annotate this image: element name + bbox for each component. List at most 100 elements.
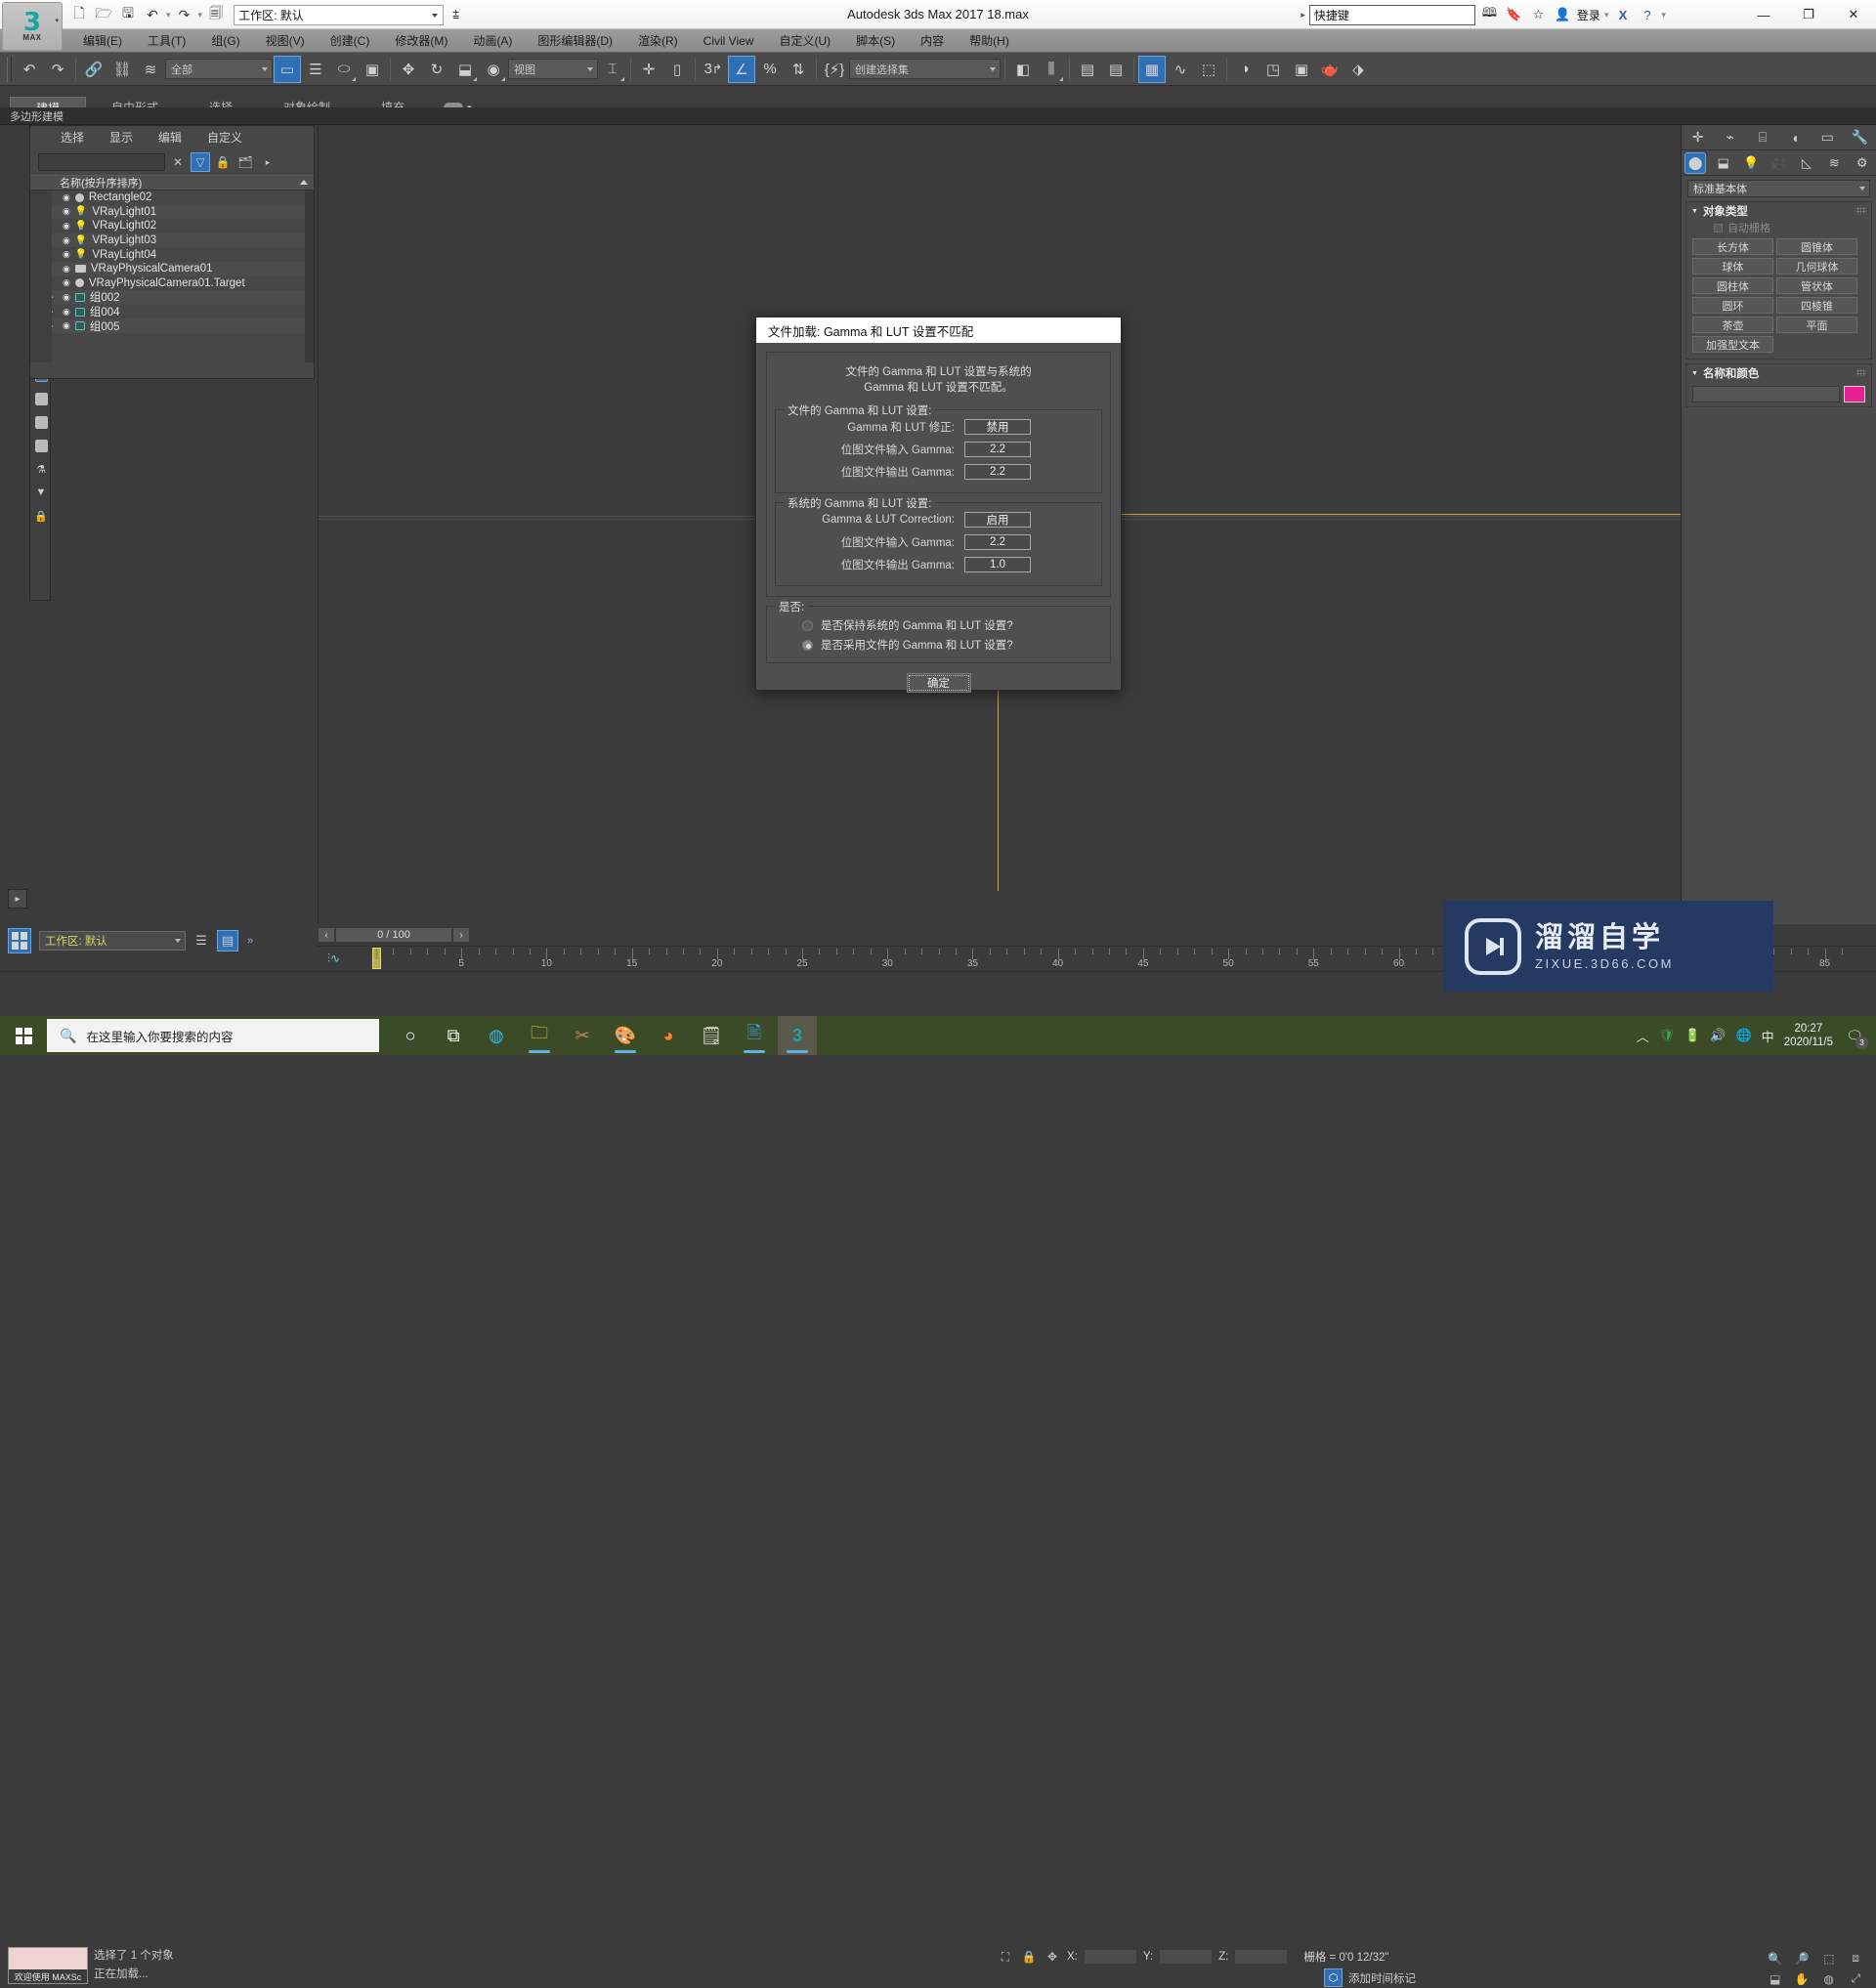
select-and-move-icon[interactable]: ✥ [395,56,422,83]
object-name-input[interactable] [1692,386,1840,402]
pan-hand-icon[interactable]: ✋ [1790,1969,1815,1988]
tab-motion[interactable]: ◖ [1781,126,1809,149]
visibility-eye-icon[interactable]: ◉ [63,264,70,275]
create-text-plus-button[interactable]: 加强型文本 [1692,336,1773,353]
render-iterative-icon[interactable]: ⬗ [1344,56,1372,83]
object-color-swatch[interactable] [1844,386,1865,402]
firefox-icon[interactable]: ◕ [649,1016,688,1055]
select-and-link-icon[interactable]: 🔗 [80,56,107,83]
exchange-app-icon[interactable]: X [1612,5,1633,25]
menu-item-views[interactable]: 视图(V) [253,29,318,53]
set-project-folder-icon[interactable]: 🗐 [205,4,227,25]
sort-ascending-icon[interactable] [300,180,308,185]
help-dropdown-arrow[interactable]: ▾ [1661,10,1666,21]
create-plane-button[interactable]: 平面 [1776,317,1857,333]
create-teapot-button[interactable]: 茶壶 [1692,317,1773,333]
use-pivot-center-icon[interactable]: ⌶ [599,56,626,83]
menu-item-help[interactable]: 帮助(H) [957,29,1022,53]
lock-filter-icon[interactable]: 🔒 [30,504,52,528]
lock-icon[interactable]: 🔒 [1020,1948,1038,1966]
restore-button[interactable]: ❐ [1786,0,1831,29]
infocenter-expand-icon[interactable]: ▸ [1300,10,1305,21]
maxscript-input-area[interactable] [9,1948,87,1969]
hidden-filter-icon[interactable] [30,387,52,410]
menu-item-content[interactable]: 内容 [908,29,957,53]
add-time-tag-area[interactable]: ⬡ 添加时间标记 [1324,1968,1416,1987]
layer-explorer-icon[interactable]: ▤ [1074,56,1101,83]
menu-item-customize[interactable]: 自定义(U) [766,29,843,53]
spinner-snap-icon[interactable]: ⇅ [785,56,812,83]
application-menu-button[interactable]: 3 MAX ▾ [2,2,63,51]
menu-item-modifiers[interactable]: 修改器(M) [382,29,460,53]
list-item[interactable]: ▶ ◉ 组002 [30,290,314,305]
menu-item-create[interactable]: 创建(C) [318,29,383,53]
help-icon[interactable]: ? [1637,5,1657,25]
viewport-layout-tabs-icon[interactable] [8,928,31,953]
menu-item-tools[interactable]: 工具(T) [135,29,198,53]
render-setup-icon[interactable]: ◳ [1259,56,1287,83]
filter-icon[interactable]: ▽ [191,152,210,172]
percent-snap-icon[interactable]: % [756,56,784,83]
toolbar-grip[interactable] [7,56,12,82]
visibility-eye-icon[interactable]: ◉ [63,277,70,288]
create-torus-button[interactable]: 圆环 [1692,297,1773,314]
login-label[interactable]: 登录 [1577,7,1600,23]
menu-item-animation[interactable]: 动画(A) [460,29,525,53]
explorer-menu-display[interactable]: 显示 [97,126,146,149]
list-item[interactable]: ◉ VRayPhysicalCamera01.Target [30,276,314,291]
open-file-icon[interactable]: 🗁 [93,4,114,25]
visibility-eye-icon[interactable]: ◉ [63,249,70,260]
cameras-category-icon[interactable]: 🎥 [1768,152,1789,174]
new-file-icon[interactable]: 🗋 [68,4,90,25]
keep-system-settings-option[interactable]: 是否保持系统的 Gamma 和 LUT 设置? [775,615,1102,635]
battery-icon[interactable]: 🔋 [1684,1028,1700,1043]
coord-y-field[interactable] [1159,1949,1214,1965]
tab-modify[interactable]: ⌁ [1717,126,1744,149]
bottom-workspace-combo[interactable]: 工作区: 默认 [39,931,186,951]
create-tube-button[interactable]: 管状体 [1776,277,1857,294]
helpers-category-icon[interactable]: ◺ [1796,152,1817,174]
search-input[interactable]: 快捷键 [1308,4,1475,25]
scene-explorer-icon[interactable]: ▤ [1102,56,1130,83]
absolute-relative-mode-icon[interactable]: ✥ [1044,1948,1061,1966]
clock[interactable]: 20:27 2020/11/5 [1784,1022,1833,1049]
user-icon[interactable]: 👤 [1553,5,1573,25]
time-tag-icon[interactable]: ⬡ [1324,1968,1343,1987]
select-and-scale-icon[interactable]: ⬓ [451,56,479,83]
taskbar-search-box[interactable]: 🔍 在这里输入你要搜索的内容 [47,1019,379,1052]
display-children-icon[interactable]: 🗂 [235,152,255,172]
previous-frame-button[interactable]: ‹ [318,927,335,943]
curve-editor-icon[interactable]: ∿ [1167,56,1194,83]
object-type-rollout-header[interactable]: ▼ 对象类型 [1686,202,1871,220]
ime-language-icon[interactable]: 中 [1762,1027,1774,1045]
subscription-icon[interactable]: 🔖 [1504,5,1524,25]
snap-3d-icon[interactable]: 3 ↱ [700,56,727,83]
explorer-menu-edit[interactable]: 编辑 [146,126,194,149]
keep-system-settings-radio[interactable] [802,619,813,631]
ribbon-toggle-icon[interactable]: ▦ [1138,55,1166,83]
command-panel[interactable]: ✛ ⌁ ⌸ ◖ ▭ 🔧 ⬤ ⬓ 💡 🎥 ◺ ≋ ⚙ 标准基本体 ▼ 对象类型 自… [1681,125,1876,924]
notes-icon[interactable]: 🗒 [692,1016,731,1055]
search-icon[interactable]: 🕮 [1479,5,1500,25]
save-file-icon[interactable]: 🖫 [117,4,139,25]
3dsmax-icon[interactable]: 3 [778,1016,817,1055]
orbit-icon[interactable]: ◍ [1816,1969,1842,1988]
explorer-overflow-icon[interactable]: ▸ [258,152,277,172]
left-toolbar-expand-icon[interactable]: ▸ [8,889,27,909]
explorer-search-input[interactable] [38,153,165,171]
qat-overflow-icon[interactable]: ⩲ [452,8,459,22]
create-sphere-button[interactable]: 球体 [1692,258,1773,275]
menu-item-edit[interactable]: 编辑(E) [70,29,135,53]
create-box-button[interactable]: 长方体 [1692,238,1773,255]
security-shield-icon[interactable]: 🛡 [1659,1028,1676,1043]
drag-handle-icon[interactable] [1856,369,1866,376]
layers-filter-icon[interactable] [30,410,52,434]
menu-item-graph-editors[interactable]: 图形编辑器(D) [525,29,625,53]
adopt-file-settings-option[interactable]: 是否采用文件的 Gamma 和 LUT 设置? [775,635,1102,655]
list-item[interactable]: ◉ 💡 VRayLight02 [30,219,314,233]
window-crossing-icon[interactable]: ▣ [359,56,386,83]
visibility-eye-icon[interactable]: ◉ [63,292,70,303]
autogrid-row[interactable]: 自动栅格 [1686,220,1871,235]
snipping-tool-icon[interactable]: ✂ [563,1016,602,1055]
align-icon[interactable]: ⫼ [1038,56,1065,83]
